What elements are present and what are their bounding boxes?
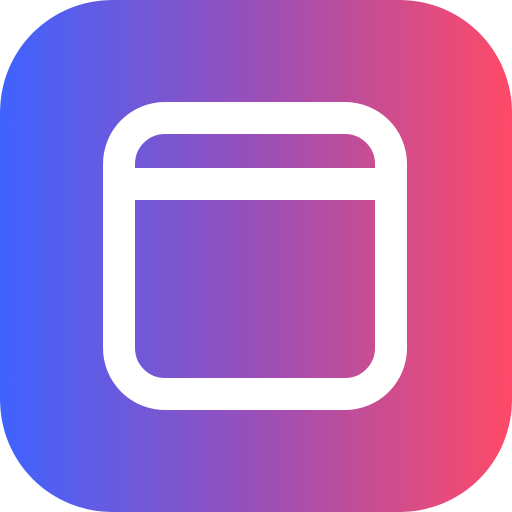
window-app-icon[interactable] [0,0,512,512]
window-app-icon-graphic [0,0,512,512]
icon-background [0,0,512,512]
